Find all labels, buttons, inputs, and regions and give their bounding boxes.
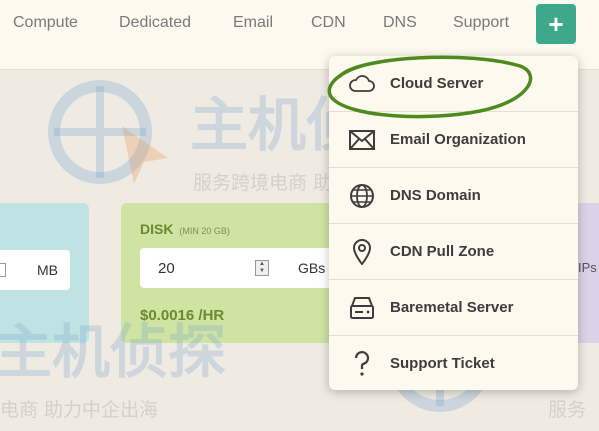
create-dropdown-menu: Cloud Server Email Organization DNS Doma… <box>329 56 578 390</box>
disk-size-value: 20 <box>158 260 175 277</box>
menu-label-cloud-server: Cloud Server <box>390 75 484 92</box>
disk-price-value: $0.0016 <box>140 307 195 324</box>
watermark-right-sub: 服务 <box>548 399 587 421</box>
question-icon <box>348 350 376 378</box>
menu-item-baremetal-server[interactable]: Baremetal Server <box>329 280 578 335</box>
ips-card: IPs <box>575 203 599 343</box>
watermark-logo-icon <box>48 80 168 184</box>
ips-label: IPs <box>578 260 597 275</box>
nav-cdn[interactable]: CDN <box>311 14 346 32</box>
disk-title-text: DISK <box>140 221 174 237</box>
menu-item-cloud-server[interactable]: Cloud Server <box>329 56 578 111</box>
menu-item-cdn-pull-zone[interactable]: CDN Pull Zone <box>329 224 578 279</box>
disk-size-input[interactable]: 20 ▲ ▼ GBs <box>140 248 345 288</box>
disk-spinner-icon[interactable]: ▲ ▼ <box>255 260 269 276</box>
disk-price: $0.0016 /HR <box>140 307 224 324</box>
globe-icon <box>348 182 376 210</box>
menu-item-email-organization[interactable]: Email Organization <box>329 112 578 167</box>
server-icon <box>348 294 376 322</box>
nav-email[interactable]: Email <box>233 14 273 32</box>
memory-unit-label: MB <box>37 262 58 278</box>
menu-label-email-organization: Email Organization <box>390 131 526 148</box>
watermark-lower-sub: 电商 助力中企出海 <box>0 399 159 421</box>
memory-card: MB <box>0 203 89 343</box>
menu-item-support-ticket[interactable]: Support Ticket <box>329 336 578 391</box>
menu-item-dns-domain[interactable]: DNS Domain <box>329 168 578 223</box>
dropdown-caret <box>548 48 564 56</box>
memory-spinner[interactable] <box>0 263 6 277</box>
menu-label-cdn-pull-zone: CDN Pull Zone <box>390 243 495 260</box>
disk-unit-label: GBs <box>298 260 326 276</box>
envelope-icon <box>348 126 376 154</box>
cloud-icon <box>348 70 376 98</box>
disk-subtitle: (MIN 20 GB) <box>179 226 230 236</box>
map-pin-icon <box>348 238 376 266</box>
memory-input[interactable]: MB <box>0 250 70 290</box>
nav-dedicated[interactable]: Dedicated <box>119 14 191 32</box>
menu-label-baremetal-server: Baremetal Server <box>390 299 514 316</box>
disk-card: DISK (MIN 20 GB) 20 ▲ ▼ GBs $0.0016 /HR <box>121 203 351 343</box>
nav-dns[interactable]: DNS <box>383 14 417 32</box>
disk-title: DISK (MIN 20 GB) <box>140 221 230 237</box>
menu-label-dns-domain: DNS Domain <box>390 187 481 204</box>
nav-compute[interactable]: Compute <box>13 14 78 32</box>
create-new-button[interactable]: + <box>536 4 576 44</box>
menu-label-support-ticket: Support Ticket <box>390 355 495 372</box>
disk-price-unit: /HR <box>198 307 225 324</box>
nav-support[interactable]: Support <box>453 14 509 32</box>
